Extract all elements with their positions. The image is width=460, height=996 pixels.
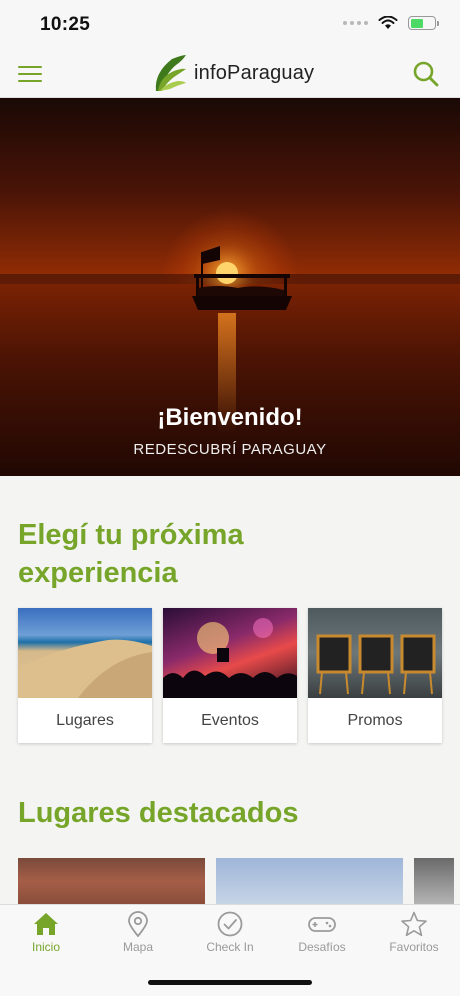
tab-label: Desafíos xyxy=(298,940,346,954)
wifi-icon xyxy=(378,16,398,29)
card-label: Promos xyxy=(347,712,403,729)
featured-place-card[interactable] xyxy=(18,858,205,904)
featured-place-card[interactable] xyxy=(216,858,403,904)
featured-carousel[interactable] xyxy=(18,858,460,904)
tab-mapa[interactable]: Mapa xyxy=(92,911,184,967)
app-logo[interactable]: infoParaguay xyxy=(152,50,314,96)
status-time: 10:25 xyxy=(40,14,91,35)
experience-cards: Lugares Eventos Promos xyxy=(18,608,442,743)
tab-favoritos[interactable]: Favoritos xyxy=(368,911,460,967)
lugares-image xyxy=(18,608,152,698)
hero-subtitle: REDESCUBRÍ PARAGUAY xyxy=(133,441,327,458)
experience-section-title: Elegí tu próxima experiencia xyxy=(18,519,244,589)
tab-label: Inicio xyxy=(31,940,60,954)
map-pin-icon xyxy=(128,911,148,937)
search-icon xyxy=(413,61,439,87)
hero-title: ¡Bienvenido! xyxy=(157,404,303,431)
tab-inicio[interactable]: Inicio xyxy=(0,911,92,967)
card-label: Eventos xyxy=(201,712,259,729)
check-circle-icon xyxy=(217,911,243,937)
card-lugares[interactable]: Lugares xyxy=(18,608,152,743)
boat-silhouette xyxy=(192,246,292,310)
menu-icon[interactable] xyxy=(18,66,42,82)
hero-banner[interactable]: ¡Bienvenido! REDESCUBRÍ PARAGUAY xyxy=(0,98,460,476)
tab-check-in[interactable]: Check In xyxy=(184,911,276,967)
status-icons xyxy=(343,16,439,30)
card-promos[interactable]: Promos xyxy=(308,608,442,743)
tab-desafios[interactable]: Desafíos xyxy=(276,911,368,967)
leaf-logo-icon xyxy=(155,55,186,91)
promos-image xyxy=(308,608,442,698)
app-header: infoParaguay xyxy=(0,50,460,98)
eventos-image xyxy=(163,608,297,698)
tab-label: Check In xyxy=(206,940,254,954)
status-bar: 10:25 xyxy=(0,0,460,50)
star-icon xyxy=(401,911,427,937)
card-eventos[interactable]: Eventos xyxy=(163,608,297,743)
gamepad-icon xyxy=(308,917,336,932)
search-button[interactable] xyxy=(412,60,440,88)
logo-text: infoParaguay xyxy=(194,61,315,84)
battery-icon xyxy=(408,16,439,30)
featured-place-card[interactable] xyxy=(414,858,454,904)
tab-label: Mapa xyxy=(122,940,154,954)
card-label: Lugares xyxy=(56,712,114,729)
cellular-signal-icon xyxy=(343,21,368,25)
home-icon xyxy=(34,913,58,935)
tab-label: Favoritos xyxy=(389,940,439,954)
home-indicator[interactable] xyxy=(148,980,312,985)
featured-section-title: Lugares destacados xyxy=(18,797,299,829)
